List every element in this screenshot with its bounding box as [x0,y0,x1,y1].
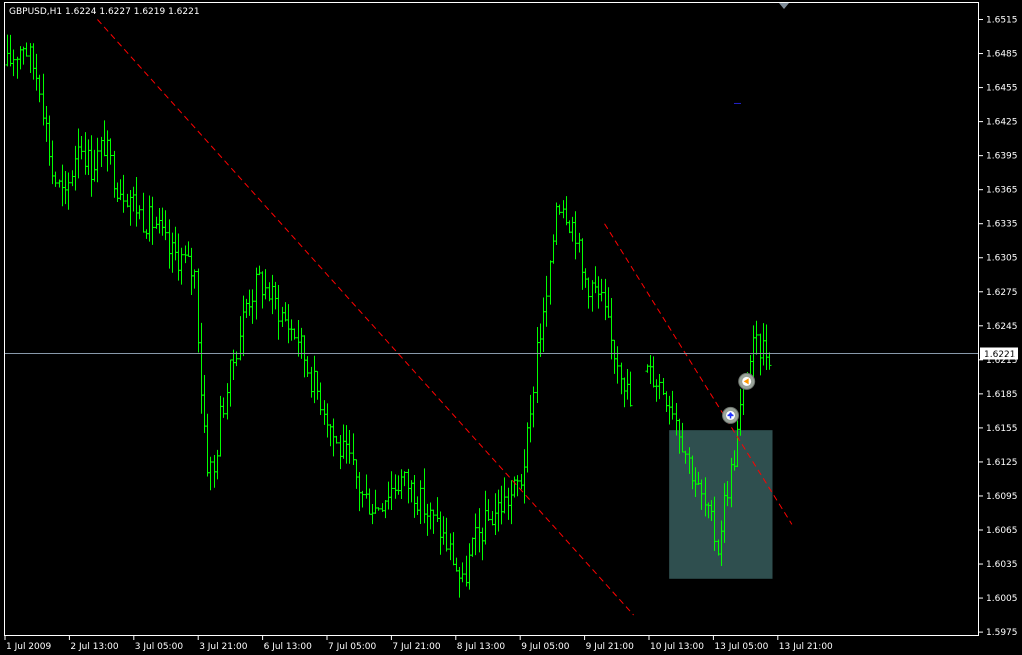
y-tick-label: 1.6035 [986,560,1018,570]
x-tick-label: 3 Jul 05:00 [135,642,184,652]
y-tick-label: 1.6185 [986,390,1018,400]
chart-header: GBPUSD,H1 1.6224 1.6227 1.6219 1.6221 [9,7,200,17]
y-tick-label: 1.6305 [986,254,1018,264]
x-tick-label: 1 Jul 2009 [6,642,51,652]
x-tick-label: 13 Jul 05:00 [714,642,768,652]
y-tick-label: 1.5975 [986,628,1018,638]
x-tick-label: 10 Jul 13:00 [650,642,704,652]
x-tick-label: 13 Jul 21:00 [779,642,833,652]
x-tick-label: 7 Jul 21:00 [392,642,441,652]
chart-background [0,0,1022,655]
y-tick-label: 1.6155 [986,424,1018,434]
x-tick-label: 8 Jul 13:00 [457,642,506,652]
y-tick-label: 1.6065 [986,526,1018,536]
x-tick-label: 9 Jul 05:00 [521,642,570,652]
y-tick-label: 1.6005 [986,594,1018,604]
x-tick-label: 7 Jul 05:00 [328,642,377,652]
x-tick-label: 9 Jul 21:00 [586,642,635,652]
buy-arrow-icon[interactable] [722,406,740,424]
y-tick-label: 1.6515 [986,16,1018,26]
y-tick-label: 1.6215 [986,356,1018,366]
price-chart[interactable]: 1.6221 1.65151.64851.64551.64251.63951.6… [0,0,1022,655]
y-tick-label: 1.6395 [986,152,1018,162]
x-tick-label: 2 Jul 13:00 [70,642,119,652]
y-tick-label: 1.6335 [986,220,1018,230]
y-tick-label: 1.6455 [986,84,1018,94]
rectangle-layer [669,430,773,579]
y-tick-label: 1.6125 [986,458,1018,468]
x-tick-label: 6 Jul 13:00 [264,642,313,652]
sell-arrow-icon[interactable] [738,372,756,390]
x-tick-label: 3 Jul 21:00 [199,642,248,652]
y-tick-label: 1.6245 [986,322,1018,332]
y-tick-label: 1.6485 [986,50,1018,60]
highlight-rectangle[interactable] [669,430,773,579]
y-tick-label: 1.6275 [986,288,1018,298]
y-tick-label: 1.6365 [986,186,1018,196]
y-tick-label: 1.6425 [986,118,1018,128]
y-tick-label: 1.6095 [986,492,1018,502]
